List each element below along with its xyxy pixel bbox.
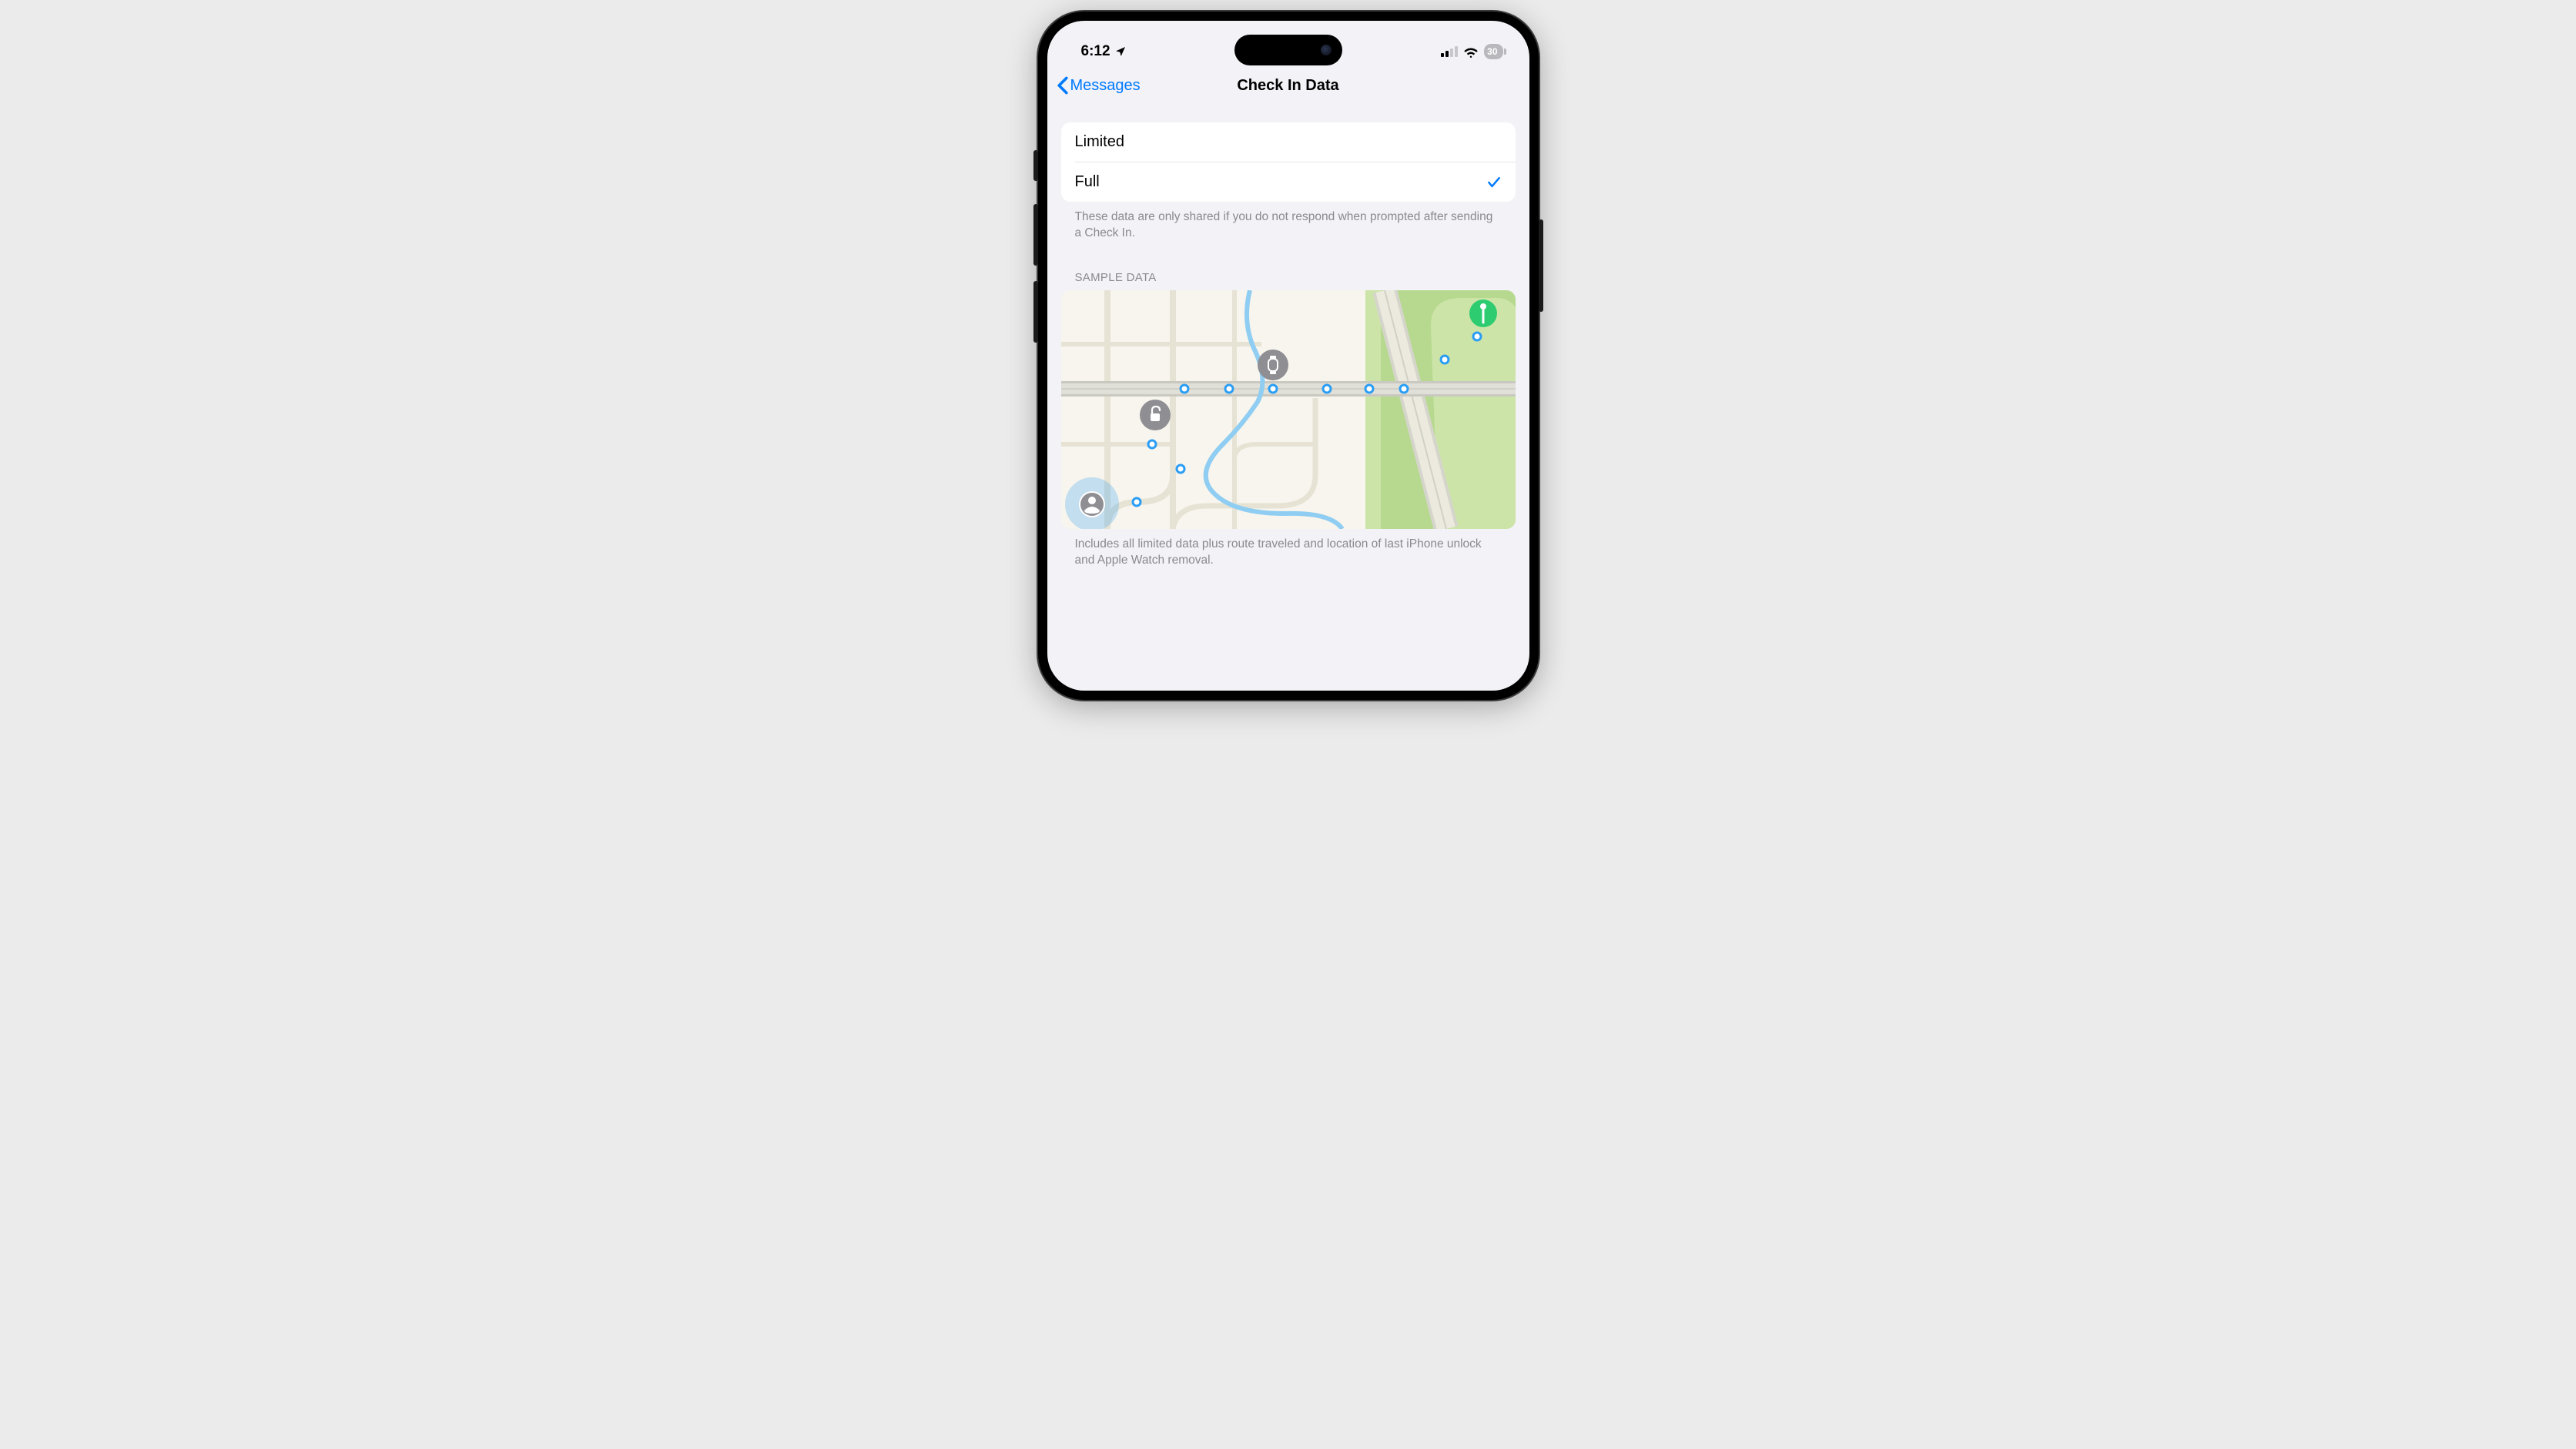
back-button[interactable]: Messages — [1057, 76, 1141, 95]
front-camera — [1321, 45, 1332, 55]
back-label: Messages — [1070, 77, 1141, 95]
map-illustration — [1061, 290, 1516, 529]
chevron-left-icon — [1057, 76, 1069, 95]
volume-up-button — [1033, 204, 1038, 266]
content-area: Limited Full These data are only shared … — [1047, 122, 1529, 569]
power-button — [1539, 219, 1543, 312]
wifi-icon — [1463, 46, 1479, 58]
sample-map — [1061, 290, 1516, 529]
cellular-signal-icon — [1441, 46, 1458, 57]
option-limited[interactable]: Limited — [1061, 122, 1516, 162]
volume-down-button — [1033, 281, 1038, 343]
phone-screen: 6:12 30 — [1047, 21, 1529, 691]
page-title: Check In Data — [1237, 77, 1338, 95]
navigation-bar: Messages Check In Data — [1047, 67, 1529, 105]
phone-frame: 6:12 30 — [1038, 12, 1539, 700]
sample-data-header: SAMPLE DATA — [1061, 242, 1516, 290]
side-button — [1033, 150, 1038, 181]
sample-data-footer: Includes all limited data plus route tra… — [1061, 529, 1516, 569]
status-time: 6:12 — [1081, 43, 1110, 60]
options-footer: These data are only shared if you do not… — [1061, 202, 1516, 242]
checkmark-icon — [1486, 175, 1502, 190]
option-full-label: Full — [1075, 173, 1100, 191]
battery-indicator: 30 — [1484, 44, 1502, 59]
dynamic-island — [1234, 35, 1342, 65]
option-full[interactable]: Full — [1061, 162, 1516, 202]
battery-level: 30 — [1486, 46, 1499, 57]
status-right: 30 — [1441, 44, 1502, 59]
status-left: 6:12 — [1081, 43, 1127, 60]
options-list: Limited Full — [1061, 122, 1516, 202]
option-limited-label: Limited — [1075, 133, 1124, 151]
location-arrow-icon — [1114, 45, 1127, 58]
